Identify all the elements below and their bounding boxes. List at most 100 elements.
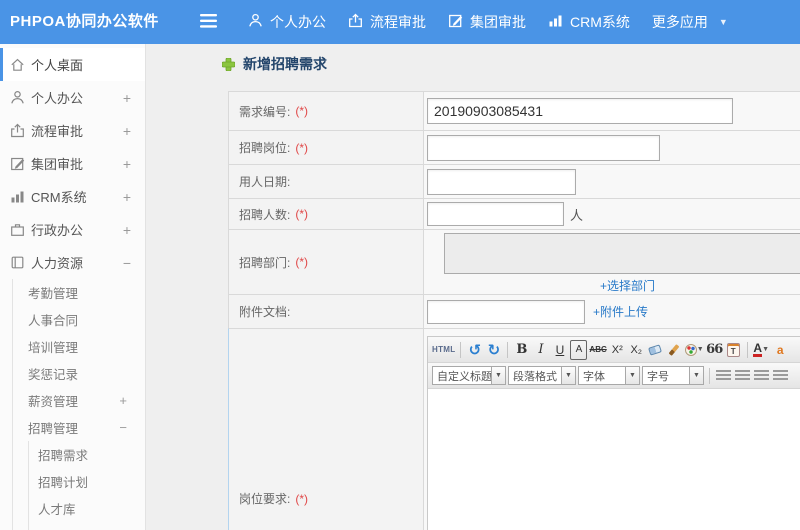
align-left-button[interactable] <box>715 366 732 386</box>
nav-label: 集团审批 <box>470 14 526 30</box>
person-icon <box>248 13 263 31</box>
sidebar-item-label: 招聘管理 <box>28 422 79 436</box>
sidebar-item-personal-office[interactable]: 个人办公 + <box>0 81 145 114</box>
select-value: 字号 <box>642 366 690 385</box>
sidebar-item-talent-pool[interactable]: 人才库 <box>29 495 145 522</box>
separator <box>507 341 509 358</box>
custom-title-select[interactable]: 自定义标题 ▼ <box>432 366 506 385</box>
sidebar-item-label: 人才库 <box>38 503 76 517</box>
sidebar-item-label: CRM系统 <box>31 190 87 205</box>
demand-number-input[interactable] <box>427 98 733 124</box>
required-marker: (*) <box>295 491 309 506</box>
sidebar-item-label: 招聘需求 <box>38 449 89 463</box>
collapse-minus-icon[interactable]: − <box>123 255 131 271</box>
editor-toolbar-row1: HTML ↺ ↻ B I U A ABC X² X₂ ▼ 66 T A ▼ a <box>428 337 800 363</box>
align-left-icon <box>716 370 731 381</box>
expand-plus-icon[interactable]: + <box>123 123 131 139</box>
nav-personal-office[interactable]: 个人办公 <box>248 12 326 32</box>
underline-button[interactable]: U <box>551 340 568 360</box>
separator <box>746 341 748 358</box>
subscript-button[interactable]: X₂ <box>628 340 645 360</box>
bold-button[interactable]: B <box>513 340 530 360</box>
nav-more-apps[interactable]: 更多应用 ▼ <box>652 12 728 32</box>
sidebar-item-crm-system[interactable]: CRM系统 + <box>0 180 145 213</box>
sidebar-item-human-resources[interactable]: 人力资源 − <box>0 246 145 279</box>
collapse-minus-icon[interactable]: − <box>119 420 127 435</box>
sidebar-item-label: 考勤管理 <box>28 287 79 301</box>
caret-down-icon: ▼ <box>690 366 704 385</box>
nav-label: 更多应用 <box>651 14 708 30</box>
sidebar-item-personal-desktop[interactable]: 个人桌面 <box>0 48 145 81</box>
nav-label: 个人办公 <box>270 14 326 30</box>
app-logo[interactable]: PHPOA协同办公软件 <box>10 0 159 44</box>
expand-plus-icon[interactable]: + <box>119 393 127 408</box>
sidebar-item-recruit-plan[interactable]: 招聘计划 <box>29 468 145 495</box>
italic-button[interactable]: I <box>532 340 549 360</box>
format-brush-button[interactable] <box>666 340 683 360</box>
select-department-link[interactable]: +选择部门 <box>600 277 655 294</box>
undo-button[interactable]: ↺ <box>466 340 483 360</box>
nav-crm-system[interactable]: CRM系统 <box>548 12 630 32</box>
clipboard-icon: T <box>726 342 740 357</box>
font-size-select[interactable]: 字号 ▼ <box>642 366 704 385</box>
paste-text-button[interactable]: T <box>725 340 742 360</box>
format-eraser-button[interactable] <box>647 340 664 360</box>
sidebar-item-recruit-demand[interactable]: 招聘需求 <box>29 441 145 468</box>
paragraph-format-select[interactable]: 段落格式 ▼ <box>508 366 576 385</box>
nav-group-approval[interactable]: 集团审批 <box>448 12 526 32</box>
sidebar-item-recruitment[interactable]: 招聘管理 − <box>13 414 145 441</box>
select-value: 字体 <box>578 366 626 385</box>
sidebar-item-workflow-approval[interactable]: 流程审批 + <box>0 114 145 147</box>
caret-down-icon: ▼ <box>696 346 704 353</box>
sidebar-item-label: 人力资源 <box>31 256 84 271</box>
caret-down-icon: ▼ <box>626 366 640 385</box>
caret-down-icon: ▼ <box>718 17 728 27</box>
sidebar-item-label: 招聘计划 <box>38 476 89 490</box>
nav-workflow-approval[interactable]: 流程审批 <box>348 12 426 32</box>
sidebar-item-label: 集团审批 <box>31 157 84 172</box>
sidebar-item-rewards[interactable]: 奖惩记录 <box>13 360 145 387</box>
font-color-button[interactable]: A ▼ <box>753 340 770 360</box>
flow-icon <box>9 123 25 138</box>
eraser-icon <box>648 343 663 356</box>
expand-plus-icon[interactable]: + <box>123 90 131 106</box>
font-color-icon: A <box>753 340 763 357</box>
department-textarea[interactable] <box>443 233 800 274</box>
top-navigation: 个人办公 流程审批 集团审批 CRM系统 更多应用 ▼ <box>248 0 728 44</box>
char-border-button[interactable]: A <box>570 339 588 360</box>
redo-button[interactable]: ↻ <box>485 340 502 360</box>
bar-chart-icon <box>548 13 563 31</box>
sidebar-item-admin-office[interactable]: 行政办公 + <box>0 213 145 246</box>
blockquote-button[interactable]: 66 <box>706 340 723 360</box>
font-family-select[interactable]: 字体 ▼ <box>578 366 640 385</box>
sidebar-item-hr-contract[interactable]: 人事合同 <box>13 306 145 333</box>
html-source-button[interactable]: HTML <box>432 340 455 360</box>
align-justify-icon <box>773 370 788 381</box>
strikethrough-button[interactable]: ABC <box>589 340 606 360</box>
hiring-date-input[interactable] <box>427 168 576 195</box>
position-input[interactable] <box>427 134 660 161</box>
align-center-button[interactable] <box>734 366 751 386</box>
expand-plus-icon[interactable]: + <box>123 156 131 172</box>
background-color-button[interactable]: a <box>772 340 789 360</box>
sidebar-item-attendance[interactable]: 考勤管理 <box>13 279 145 306</box>
expand-plus-icon[interactable]: + <box>123 189 131 205</box>
sidebar-item-group-approval[interactable]: 集团审批 + <box>0 147 145 180</box>
sidebar-item-salary[interactable]: 薪资管理 + <box>13 387 145 414</box>
menu-toggle-button[interactable] <box>200 14 217 33</box>
form-row-date: 用人日期: <box>229 164 800 198</box>
align-center-icon <box>735 370 750 381</box>
upload-attachment-link[interactable]: +附件上传 <box>593 303 648 320</box>
superscript-button[interactable]: X² <box>609 340 626 360</box>
expand-plus-icon[interactable]: + <box>123 222 131 238</box>
attachment-input[interactable] <box>427 299 585 324</box>
align-justify-button[interactable] <box>772 366 789 386</box>
sidebar-item-training[interactable]: 培训管理 <box>13 333 145 360</box>
color-palette-button[interactable]: ▼ <box>684 340 704 360</box>
field-label: 附件文档: <box>239 305 291 319</box>
field-label: 需求编号: <box>239 104 291 119</box>
editor-content-area[interactable] <box>428 389 800 530</box>
separator <box>460 341 462 358</box>
headcount-input[interactable] <box>427 202 564 226</box>
align-right-button[interactable] <box>753 366 770 386</box>
